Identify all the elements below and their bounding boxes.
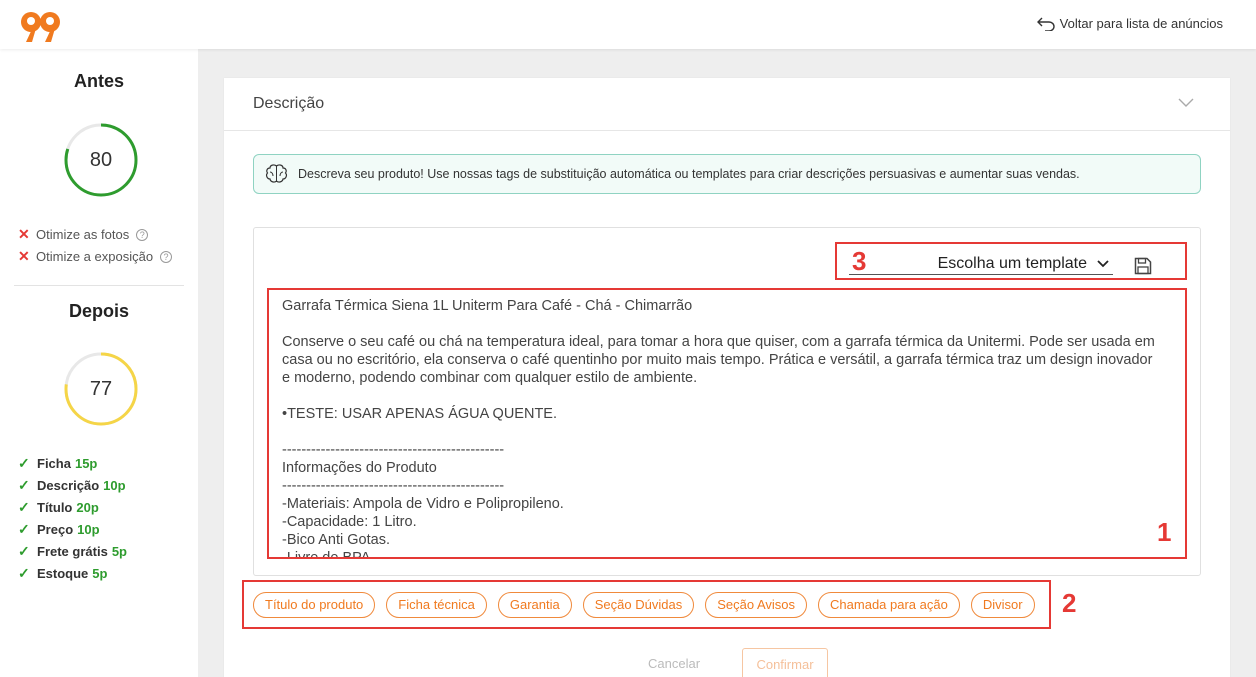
help-icon[interactable]: ? — [136, 228, 149, 241]
after-title: Depois — [68, 301, 129, 321]
description-text[interactable]: Garrafa Térmica Siena 1L Uniterm Para Ca… — [282, 297, 1162, 557]
template-select-value: Escolha um template — [937, 254, 1087, 272]
check-points: 5p — [111, 544, 127, 559]
check-points: 15p — [74, 456, 98, 471]
description-textarea[interactable]: Garrafa Térmica Siena 1L Uniterm Para Ca… — [267, 288, 1187, 559]
tag-datasheet[interactable]: Ficha técnica — [386, 591, 487, 618]
checkmark-icon: ✓ — [18, 455, 30, 471]
divider — [14, 285, 184, 286]
save-icon[interactable] — [1134, 257, 1152, 275]
tip-label: Otimize a exposição — [36, 249, 154, 264]
tip-optimize-exposure: ✕ Otimize a exposição ? — [18, 248, 173, 265]
card-title: Descrição — [253, 95, 325, 112]
check-label: Frete grátis — [37, 544, 108, 559]
check-item: ✓ Descrição 10p — [18, 477, 126, 494]
annotation-2: 2 — [1062, 588, 1077, 618]
chevron-down-icon[interactable] — [1178, 98, 1194, 108]
substitution-tags: Título do produto Ficha técnica Garantia… — [242, 580, 1051, 629]
error-x-icon: ✕ — [18, 248, 30, 264]
check-item: ✓ Frete grátis 5p — [18, 543, 127, 560]
tag-product-title[interactable]: Título do produto — [253, 591, 376, 618]
check-label: Ficha — [37, 456, 71, 471]
back-link-label: Voltar para lista de anúncios — [1059, 15, 1223, 31]
checkmark-icon: ✓ — [18, 499, 30, 515]
description-card: Descrição Descreva seu produto! Use noss… — [224, 78, 1230, 677]
undo-arrow-icon — [1036, 17, 1055, 31]
footer-actions: Cancelar Confirmar — [224, 648, 1230, 677]
tag-questions-section[interactable]: Seção Dúvidas — [582, 591, 695, 618]
tip-label: Otimize as fotos — [36, 227, 130, 242]
check-points: 10p — [103, 478, 126, 493]
before-score-value: 80 — [89, 148, 113, 171]
tag-notices-section[interactable]: Seção Avisos — [705, 591, 808, 618]
help-icon[interactable]: ? — [160, 250, 173, 263]
checkmark-icon: ✓ — [18, 565, 30, 581]
check-item: ✓ Ficha 15p — [18, 455, 97, 472]
tag-call-to-action[interactable]: Chamada para ação — [818, 591, 960, 618]
top-bar: Voltar para lista de anúncios — [0, 0, 1256, 49]
check-points: 10p — [77, 522, 100, 537]
before-score-ring: 80 — [63, 122, 139, 198]
after-score-ring: 77 — [63, 351, 139, 427]
score-sidebar: Antes 80 ✕ Otimize as fotos ? ✕ Otimize … — [0, 49, 198, 677]
annotation-1: 1 — [1157, 517, 1172, 548]
check-item: ✓ Estoque 5p — [18, 565, 107, 582]
check-points: 20p — [76, 500, 99, 515]
check-points: 5p — [92, 566, 108, 581]
tip-optimize-photos: ✕ Otimize as fotos ? — [18, 226, 149, 243]
back-to-list-link[interactable]: Voltar para lista de anúncios — [1036, 15, 1223, 31]
check-item: ✓ Preço 10p — [18, 521, 100, 538]
check-label: Título — [37, 500, 73, 515]
check-label: Descrição — [37, 478, 100, 493]
confirm-button[interactable]: Confirmar — [742, 648, 828, 677]
cancel-button[interactable]: Cancelar — [648, 656, 700, 671]
check-item: ✓ Título 20p — [18, 499, 99, 516]
checkmark-icon: ✓ — [18, 521, 30, 537]
tag-warranty[interactable]: Garantia — [497, 591, 572, 618]
card-header[interactable]: Descrição — [224, 78, 1230, 131]
chevron-down-icon — [1097, 259, 1109, 267]
check-label: Estoque — [37, 566, 89, 581]
before-title: Antes — [73, 71, 124, 91]
tag-divider[interactable]: Divisor — [970, 591, 1035, 618]
logo-icon[interactable] — [20, 11, 62, 43]
info-banner: Descreva seu produto! Use nossas tags de… — [253, 154, 1201, 194]
checkmark-icon: ✓ — [18, 543, 30, 559]
info-text: Descreva seu produto! Use nossas tags de… — [298, 167, 1080, 181]
template-select[interactable]: Escolha um template — [849, 253, 1113, 275]
template-toolbar: 3 Escolha um template — [835, 242, 1187, 280]
after-score-value: 77 — [89, 377, 113, 400]
check-label: Preço — [37, 522, 74, 537]
checkmark-icon: ✓ — [18, 477, 30, 493]
error-x-icon: ✕ — [18, 226, 30, 242]
description-editor: 3 Escolha um template Garrafa Térmica Si… — [253, 227, 1201, 576]
brain-icon — [266, 164, 287, 183]
